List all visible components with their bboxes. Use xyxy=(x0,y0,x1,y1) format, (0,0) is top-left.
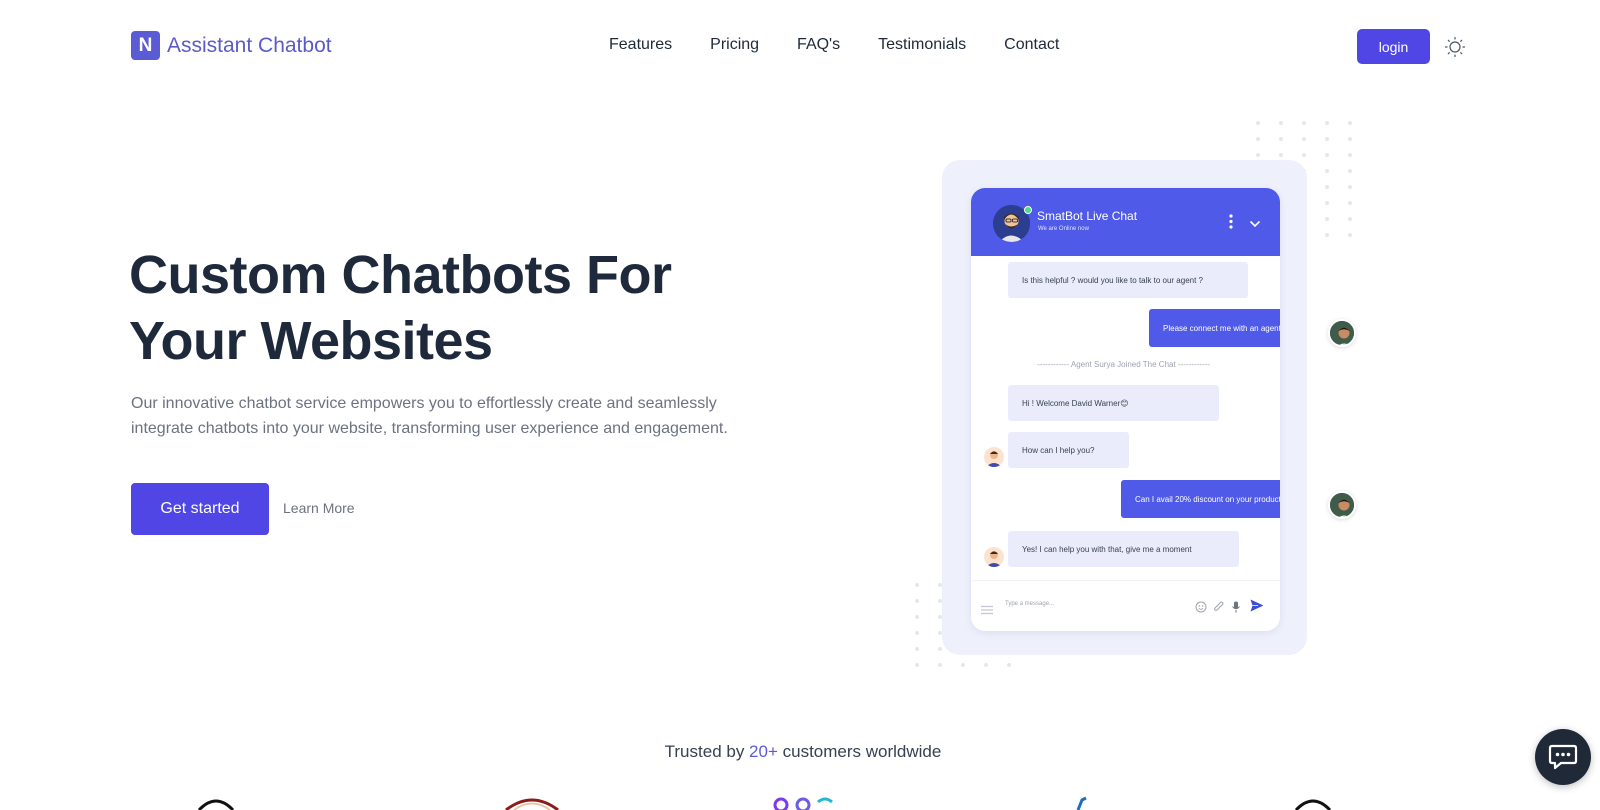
chat-message-input[interactable]: Type a message... xyxy=(1005,601,1054,607)
chat-mockup-window: SmatBot Live Chat We are Online now Is t… xyxy=(971,188,1280,631)
chat-status: We are Online now xyxy=(1038,226,1089,232)
emoji-icon[interactable] xyxy=(1195,600,1207,618)
chat-message-agent: How can I help you? xyxy=(1008,432,1129,468)
user-avatar xyxy=(1328,319,1356,347)
chevron-down-icon[interactable] xyxy=(1249,216,1261,228)
nav-link-testimonials[interactable]: Testimonials xyxy=(878,36,966,54)
hero-title-line2: Your Websites xyxy=(129,311,493,371)
chat-message-agent: Hi ! Welcome David Warner😊 xyxy=(1008,385,1219,421)
trusted-prefix: Trusted by xyxy=(664,742,750,761)
nav-link-features[interactable]: Features xyxy=(609,36,672,54)
chat-message-agent: Yes! I can help you with that, give me a… xyxy=(1008,531,1239,567)
agent-mini-avatar xyxy=(984,547,1004,567)
customer-logo xyxy=(196,796,236,810)
nav-link-pricing[interactable]: Pricing xyxy=(710,36,759,54)
chat-bubble-icon[interactable] xyxy=(1535,729,1591,785)
customer-logo xyxy=(770,796,840,810)
chat-input-bar: Type a message... xyxy=(971,580,1280,631)
sun-icon[interactable] xyxy=(1444,36,1466,58)
learn-more-link[interactable]: Learn More xyxy=(283,500,355,516)
nav-links: Features Pricing FAQ's Testimonials Cont… xyxy=(609,36,1059,54)
agent-mini-avatar xyxy=(984,447,1004,467)
nav-link-contact[interactable]: Contact xyxy=(1004,36,1059,54)
customer-logo xyxy=(502,796,562,810)
kebab-menu-icon[interactable] xyxy=(1229,214,1233,229)
top-navbar: N Assistant Chatbot Features Pricing FAQ… xyxy=(0,0,1600,92)
customer-logo xyxy=(1293,796,1333,810)
chat-title: SmatBot Live Chat xyxy=(1037,209,1138,223)
trusted-suffix: customers worldwide xyxy=(777,742,942,761)
send-icon[interactable] xyxy=(1250,599,1264,617)
chat-message-user: Can I avail 20% discount on your product xyxy=(1121,480,1280,518)
paperclip-icon[interactable] xyxy=(1213,600,1225,618)
hamburger-icon[interactable] xyxy=(981,602,993,620)
chat-message-bot: Is this helpful ? would you like to talk… xyxy=(1008,262,1248,298)
agent-joined-divider: ------------ Agent Surya Joined The Chat… xyxy=(1037,360,1210,369)
get-started-button[interactable]: Get started xyxy=(131,483,269,535)
hero-title: Custom Chatbots For Your Websites xyxy=(129,242,769,374)
nav-link-faqs[interactable]: FAQ's xyxy=(797,36,840,54)
login-button[interactable]: login xyxy=(1357,29,1430,64)
microphone-icon[interactable] xyxy=(1231,600,1241,618)
trusted-by-text: Trusted by 20+ customers worldwide xyxy=(0,742,1600,762)
chat-header: SmatBot Live Chat We are Online now xyxy=(971,188,1280,256)
hero-description: Our innovative chatbot service empowers … xyxy=(131,395,728,437)
brand[interactable]: N Assistant Chatbot xyxy=(131,31,332,60)
user-avatar xyxy=(1328,491,1356,519)
brand-name: Assistant Chatbot xyxy=(167,33,332,57)
chat-message-user: Please connect me with an agent xyxy=(1149,309,1280,347)
customer-logo xyxy=(1072,796,1092,810)
trusted-count: 20+ xyxy=(749,742,778,761)
hero-title-line1: Custom Chatbots For xyxy=(129,245,672,305)
online-status-icon xyxy=(1024,206,1032,214)
brand-logo-icon: N xyxy=(131,31,160,60)
